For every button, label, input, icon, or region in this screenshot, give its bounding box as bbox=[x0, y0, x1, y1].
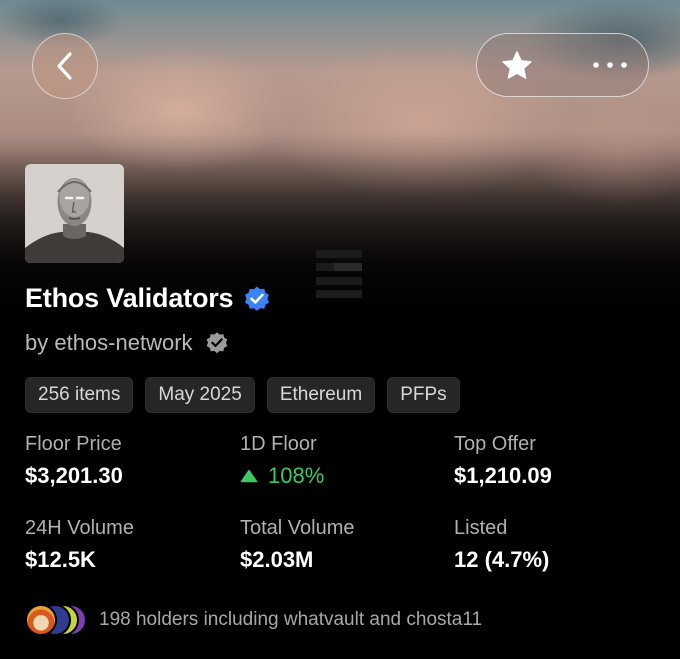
tag-date[interactable]: May 2025 bbox=[145, 377, 255, 413]
tag-category[interactable]: PFPs bbox=[387, 377, 460, 413]
tag-items[interactable]: 256 items bbox=[25, 377, 134, 413]
collection-tags: 256 items May 2025 Ethereum PFPs bbox=[25, 377, 460, 413]
stat-value: 12 (4.7%) bbox=[454, 547, 550, 572]
stat-label: Floor Price bbox=[25, 433, 122, 455]
stat-value: $3,201.30 bbox=[25, 463, 123, 488]
verified-badge-icon bbox=[243, 285, 271, 313]
stat-value: 108% bbox=[240, 463, 324, 489]
more-options-button[interactable] bbox=[592, 61, 628, 69]
creator-verified-badge-icon bbox=[205, 331, 229, 355]
stat-value: $1,210.09 bbox=[454, 463, 552, 488]
stat-value: $2.03M bbox=[240, 547, 314, 572]
collection-title-row: Ethos Validators bbox=[25, 283, 271, 314]
back-button[interactable] bbox=[32, 33, 98, 99]
header-actions bbox=[476, 33, 649, 97]
favorite-button[interactable] bbox=[501, 50, 533, 80]
tag-chain[interactable]: Ethereum bbox=[266, 377, 376, 413]
holder-avatars bbox=[25, 603, 87, 637]
creator-row: by ethos-network bbox=[25, 330, 229, 356]
stat-label: 24H Volume bbox=[25, 517, 134, 539]
stat-label: Total Volume bbox=[240, 517, 355, 539]
stat-24h-volume: 24H Volume $12.5K bbox=[25, 517, 134, 573]
stat-total-volume: Total Volume $2.03M bbox=[240, 517, 355, 573]
collection-name: Ethos Validators bbox=[25, 283, 234, 313]
holders-summary: 198 holders including whatvault and chos… bbox=[99, 609, 483, 630]
more-horizontal-icon bbox=[593, 62, 627, 68]
ethos-logo bbox=[314, 248, 364, 305]
stat-label: Top Offer bbox=[454, 433, 536, 455]
triangle-up-icon bbox=[240, 469, 258, 483]
holder-avatar bbox=[25, 604, 57, 636]
holders-row[interactable]: 198 holders including whatvault and chos… bbox=[25, 603, 482, 637]
stat-1d-floor: 1D Floor 108% bbox=[240, 433, 324, 489]
collection-avatar bbox=[25, 164, 124, 263]
star-icon bbox=[502, 51, 532, 79]
stat-value: $12.5K bbox=[25, 547, 96, 572]
floor-change-value: 108% bbox=[268, 463, 325, 488]
stat-label: 1D Floor bbox=[240, 433, 317, 455]
stat-floor-price: Floor Price $3,201.30 bbox=[25, 433, 123, 489]
creator-link[interactable]: by ethos-network bbox=[25, 330, 193, 356]
stat-top-offer: Top Offer $1,210.09 bbox=[454, 433, 552, 489]
stat-label: Listed bbox=[454, 517, 508, 539]
stat-listed: Listed 12 (4.7%) bbox=[454, 517, 549, 573]
chevron-left-icon bbox=[57, 52, 72, 80]
